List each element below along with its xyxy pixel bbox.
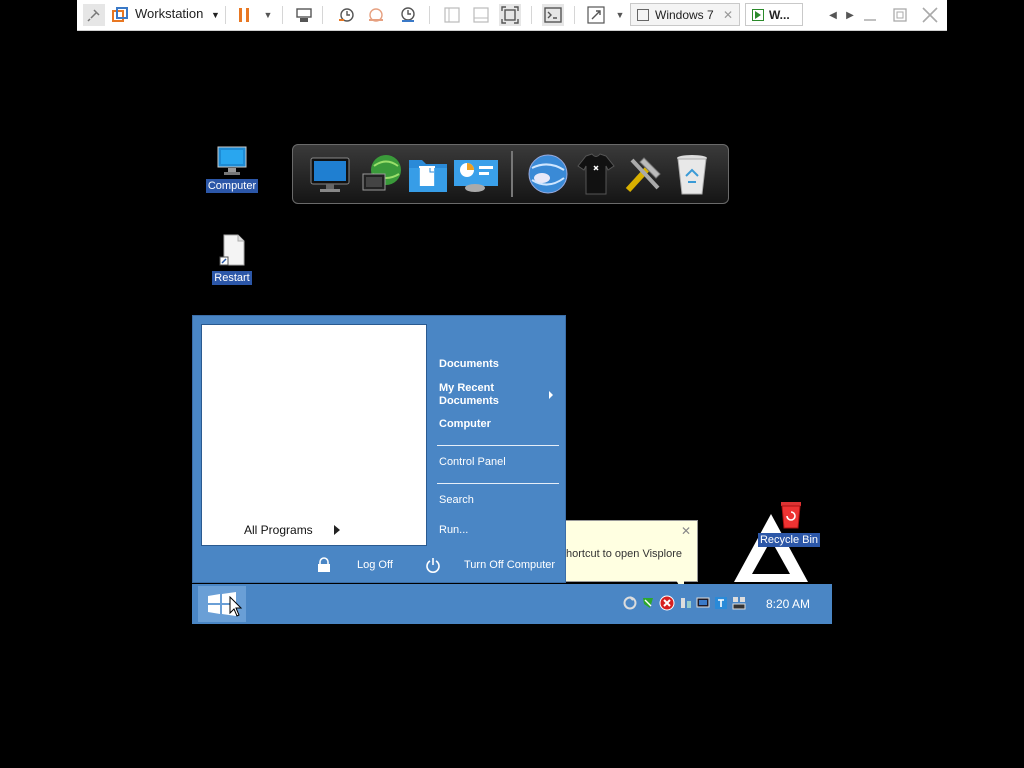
restore-icon[interactable]	[889, 4, 911, 26]
vmware-toolbar: Workstation ▼ ▼ ▼ Windows 7 ✕ W... ◀ ▶	[77, 0, 947, 31]
dock-separator	[511, 151, 513, 197]
workstation-menu[interactable]: Workstation ▼	[135, 6, 220, 21]
scroll-right-icon[interactable]: ▶	[839, 4, 861, 26]
tab-windows-7[interactable]: Windows 7 ✕	[630, 3, 740, 26]
mouse-cursor-icon	[229, 595, 243, 623]
vm-icon	[637, 8, 649, 21]
pin-icon[interactable]	[83, 4, 105, 26]
thumbnail-icon[interactable]	[470, 4, 492, 26]
chevron-right-icon	[549, 391, 553, 399]
desktop-icon-recycle-bin[interactable]: Recycle Bin	[757, 500, 821, 548]
menu-item-recent-documents[interactable]: My Recent Documents	[439, 382, 519, 408]
update-icon[interactable]	[623, 596, 637, 610]
revert-snapshot-icon[interactable]	[365, 4, 387, 26]
close-icon[interactable]: ✕	[681, 524, 691, 538]
shield-icon[interactable]	[641, 596, 655, 610]
fit-guest-icon[interactable]	[499, 4, 521, 26]
tab-active-vm[interactable]: W...	[745, 3, 803, 26]
shirt-icon[interactable]	[573, 151, 619, 197]
chevron-down-icon[interactable]: ▼	[257, 4, 279, 26]
all-programs-label: All Programs	[244, 523, 313, 537]
clock[interactable]: 8:20 AM	[766, 597, 810, 611]
error-icon[interactable]	[659, 595, 675, 611]
tab-label: Windows 7	[655, 7, 714, 22]
recycle-bin-icon	[777, 500, 805, 530]
dock-bar	[292, 144, 729, 204]
menu-item-control-panel[interactable]: Control Panel	[439, 456, 506, 468]
shortcut-file-icon	[216, 234, 248, 268]
internet-globe-icon[interactable]	[525, 151, 571, 197]
menu-separator	[437, 483, 559, 484]
start-menu: All Programs Documents My Recent Documen…	[192, 315, 566, 583]
computer-icon	[216, 146, 248, 176]
balloon-text: hortcut to open Visplore	[566, 548, 682, 560]
desktop-icon-label: Restart	[212, 271, 252, 285]
network-globe-icon[interactable]	[359, 151, 405, 197]
send-ctrl-alt-del-icon[interactable]	[293, 4, 315, 26]
fullscreen-icon[interactable]	[585, 4, 607, 26]
menu-item-search[interactable]: Search	[439, 494, 474, 506]
snapshot-manager-icon[interactable]	[397, 4, 419, 26]
close-icon[interactable]: ✕	[723, 8, 733, 22]
app-icon[interactable]	[732, 596, 746, 610]
workstation-label: Workstation	[135, 6, 204, 21]
chevron-down-icon: ▼	[211, 10, 220, 20]
vmware-logo-icon	[109, 4, 131, 26]
monitor-icon[interactable]	[696, 596, 710, 610]
turn-off-label: Turn Off Computer	[464, 559, 556, 571]
pinned-programs-pane: All Programs	[201, 324, 427, 546]
taskbar: 8:20 AM	[192, 584, 832, 624]
trash-icon[interactable]	[669, 151, 715, 197]
console-icon[interactable]	[542, 4, 564, 26]
network-icon[interactable]	[679, 596, 693, 610]
snapshot-icon[interactable]	[335, 4, 357, 26]
desktop-icon-computer[interactable]: Computer	[202, 146, 262, 194]
vm-running-icon	[752, 8, 764, 21]
library-icon[interactable]	[441, 4, 463, 26]
start-button[interactable]	[198, 586, 246, 622]
desktop-icon-label: Recycle Bin	[757, 533, 821, 547]
notification-balloon[interactable]: hortcut to open Visplore ✕	[566, 520, 698, 582]
pause-icon[interactable]	[233, 4, 255, 26]
menu-separator	[437, 445, 559, 446]
log-off-label: Log Off	[357, 559, 393, 571]
close-icon[interactable]	[919, 4, 941, 26]
power-icon	[425, 557, 441, 578]
menu-item-run[interactable]: Run...	[439, 524, 468, 536]
tools-icon[interactable]	[621, 151, 667, 197]
menu-item-documents[interactable]: Documents	[439, 358, 499, 370]
all-programs-button[interactable]: All Programs	[244, 523, 340, 537]
desktop-icon-restart[interactable]: Restart	[202, 234, 262, 286]
documents-folder-icon[interactable]	[405, 151, 451, 197]
app-icon[interactable]	[714, 596, 728, 610]
minimize-icon[interactable]	[859, 4, 881, 26]
chevron-right-icon	[334, 525, 340, 535]
monitor-icon[interactable]	[307, 151, 353, 197]
tab-label: W...	[769, 7, 790, 22]
desktop-icon-label: Computer	[205, 179, 259, 193]
menu-item-computer[interactable]: Computer	[439, 418, 491, 430]
control-panel-icon[interactable]	[453, 151, 499, 197]
lock-icon	[317, 557, 331, 578]
chevron-down-icon[interactable]: ▼	[609, 4, 631, 26]
